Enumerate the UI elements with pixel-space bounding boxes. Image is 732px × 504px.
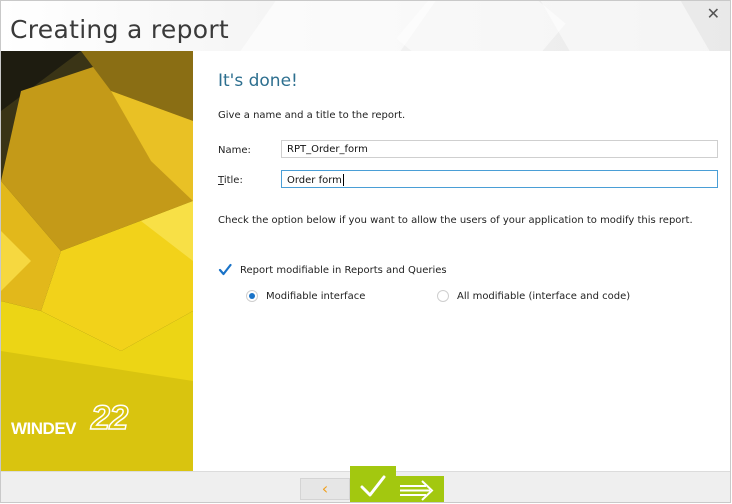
- arrow-right-icon: [400, 480, 434, 501]
- windev-logo: WINDEV 22: [11, 398, 129, 439]
- step-heading: It's done!: [218, 71, 298, 91]
- wizard-content: It's done! Give a name and a title to th…: [193, 51, 730, 471]
- title-field[interactable]: Order form: [281, 170, 718, 188]
- title-label: Title:: [218, 175, 243, 186]
- wizard-footer: ‹: [1, 466, 730, 502]
- checkbox-label: Report modifiable in Reports and Queries: [240, 265, 447, 276]
- radio-label: Modifiable interface: [266, 291, 366, 302]
- sidebar-banner: WINDEV 22: [1, 51, 193, 471]
- name-field-value: RPT_Order_form: [287, 144, 368, 155]
- next-button[interactable]: [396, 476, 444, 502]
- checkbox-check-icon[interactable]: [218, 263, 232, 277]
- wizard-window: Creating a report ✕ WINDEV 22 It's done!…: [0, 0, 731, 503]
- radio-unselected-icon[interactable]: [437, 290, 449, 302]
- logo-version: 22: [90, 398, 129, 438]
- previous-button[interactable]: ‹: [300, 478, 350, 500]
- title-decoration: [396, 1, 566, 51]
- checkmark-icon: [360, 475, 386, 497]
- modify-option-description: Check the option below if you want to al…: [218, 215, 693, 226]
- name-label: Name:: [218, 145, 251, 156]
- title-bar: Creating a report ✕: [1, 1, 730, 51]
- chevron-left-icon: ‹: [321, 479, 329, 498]
- title-decoration: [535, 1, 727, 51]
- close-icon[interactable]: ✕: [707, 4, 720, 24]
- title-field-value: Order form: [287, 175, 342, 186]
- window-title: Creating a report: [10, 15, 230, 44]
- text-caret: [342, 174, 344, 186]
- title-label-rest: itle:: [223, 175, 243, 186]
- radio-label: All modifiable (interface and code): [457, 291, 631, 302]
- step-instruction: Give a name and a title to the report.: [218, 110, 406, 121]
- finish-button[interactable]: [350, 466, 396, 502]
- radio-selected-icon[interactable]: [246, 290, 258, 302]
- name-field[interactable]: RPT_Order_form: [281, 140, 718, 158]
- logo-text: WINDEV: [11, 419, 77, 438]
